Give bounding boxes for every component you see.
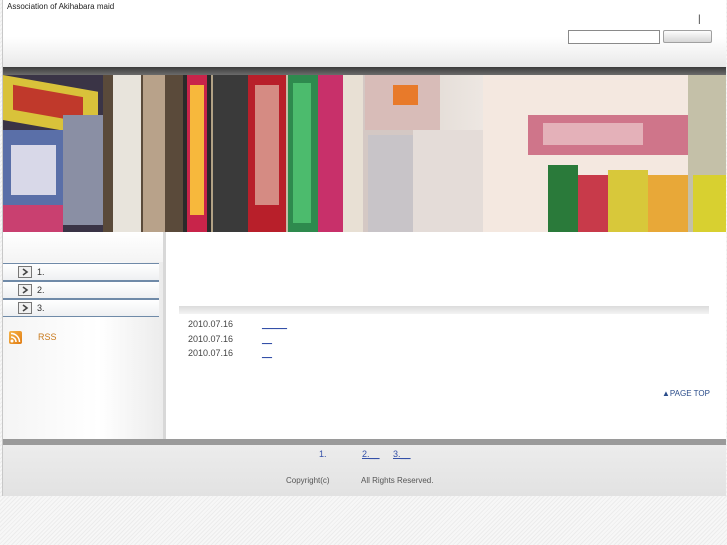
chevron-right-icon — [18, 302, 32, 314]
sidebar-item-1[interactable]: 1. — [3, 263, 159, 281]
sidebar-item-label: 2. — [37, 285, 45, 295]
section-divider — [179, 306, 709, 314]
sidebar-item-label: 1. — [37, 267, 45, 277]
site-title: Association of Akihabara maid — [7, 2, 115, 11]
main-content: 2010.07.16 _____ 2010.07.16 __ 2010.07.1… — [169, 232, 726, 439]
header: Association of Akihabara maid | — [3, 0, 726, 67]
page-top-link[interactable]: ▲PAGE TOP — [662, 389, 710, 398]
banner-image — [3, 75, 726, 232]
news-date: 2010.07.16 — [188, 334, 234, 344]
news-link[interactable]: __ — [262, 334, 272, 344]
sidebar-item-2[interactable]: 2. — [3, 281, 159, 299]
sidebar-item-3[interactable]: 3. — [3, 299, 159, 317]
news-link[interactable]: _____ — [262, 319, 287, 329]
chevron-right-icon — [18, 266, 32, 278]
footer-link-1[interactable]: 1. — [319, 449, 327, 459]
footer-link-2[interactable]: 2.__ — [362, 449, 380, 459]
header-separator: | — [698, 14, 701, 25]
chevron-right-icon — [18, 284, 32, 296]
news-date: 2010.07.16 — [188, 319, 234, 329]
header-dark-bar — [3, 67, 726, 75]
rss-link[interactable]: RSS — [38, 332, 57, 342]
news-link[interactable]: __ — [262, 348, 272, 358]
search-input[interactable] — [568, 30, 660, 44]
search-button[interactable] — [663, 30, 712, 43]
rights-text: All Rights Reserved. — [361, 476, 434, 485]
page-container: Association of Akihabara maid | 1. 2. 3.… — [2, 0, 726, 496]
footer: 1. 2.__ 3.__ Copyright(c) All Rights Res… — [3, 445, 726, 496]
copyright-text: Copyright(c) — [286, 476, 330, 485]
rss-icon[interactable] — [9, 331, 22, 344]
footer-link-3[interactable]: 3.__ — [393, 449, 411, 459]
sidebar: 1. 2. 3. RSS — [3, 232, 166, 439]
sidebar-item-label: 3. — [37, 303, 45, 313]
sidebar-top — [3, 232, 163, 262]
news-date: 2010.07.16 — [188, 348, 234, 358]
akihabara-street-photo — [3, 75, 726, 232]
